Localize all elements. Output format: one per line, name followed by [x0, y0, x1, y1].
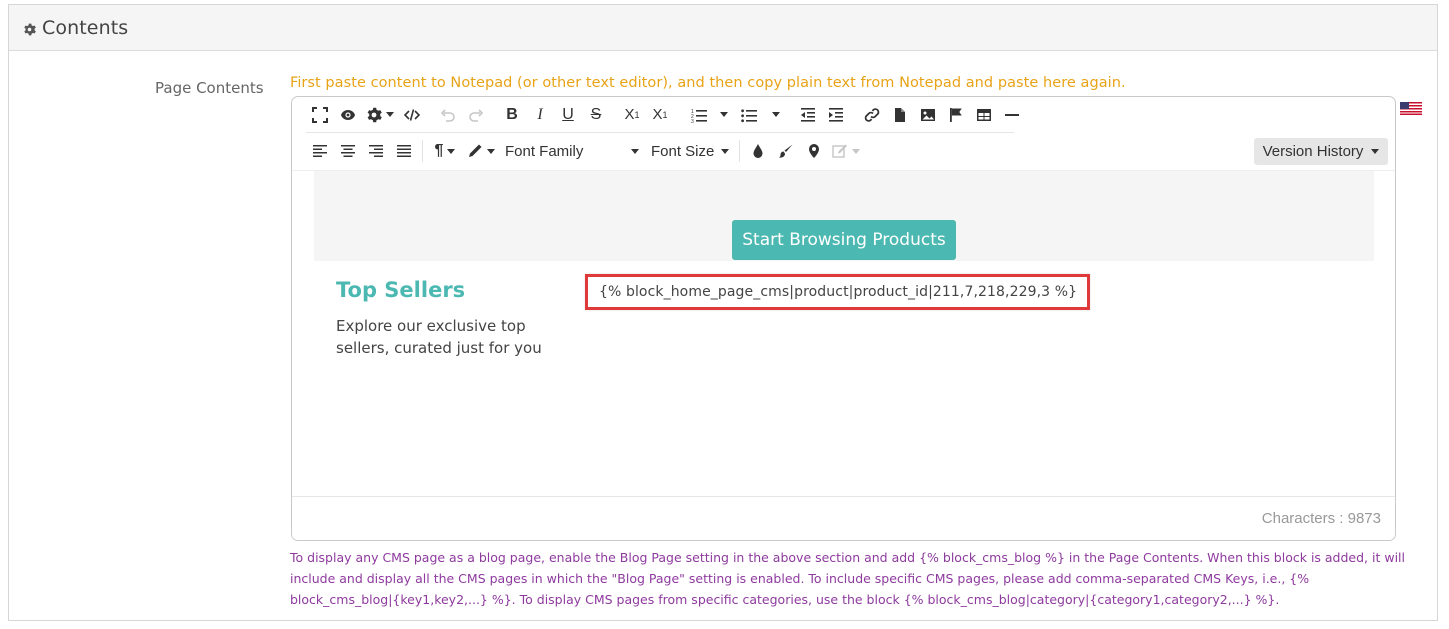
cms-block-code[interactable]: {% block_home_page_cms|product|product_i…: [585, 274, 1090, 310]
underline-icon[interactable]: U: [554, 101, 582, 129]
panel-header[interactable]: Contents: [9, 5, 1437, 51]
drop-icon[interactable]: [744, 137, 772, 165]
font-size-dropdown[interactable]: Font Size: [645, 137, 735, 165]
version-history-label: Version History: [1262, 143, 1364, 160]
start-browsing-button[interactable]: Start Browsing Products: [732, 220, 956, 260]
ordered-list-icon: 123: [691, 109, 707, 123]
ordered-list-dropdown[interactable]: 123: [682, 101, 716, 129]
undo-icon[interactable]: [434, 101, 462, 129]
svg-text:3: 3: [691, 119, 694, 123]
chevron-down-icon: [721, 148, 729, 154]
subscript-icon[interactable]: X1: [618, 101, 646, 129]
page-contents-label: Page Contents: [155, 79, 264, 97]
toolbar-separator: [422, 140, 423, 162]
panel-title: Contents: [42, 17, 129, 39]
banner-section: Start Browsing Products: [314, 171, 1374, 261]
align-left-icon[interactable]: [306, 137, 334, 165]
editor-status-bar: Characters : 9873: [292, 496, 1395, 540]
version-history-button[interactable]: Version History: [1254, 138, 1388, 165]
blog-help-text: To display any CMS page as a blog page, …: [290, 550, 1405, 607]
contents-panel: Contents Page Contents First paste conte…: [8, 4, 1438, 621]
redo-icon[interactable]: [462, 101, 490, 129]
italic-icon[interactable]: I: [526, 101, 554, 129]
strikethrough-icon[interactable]: S: [582, 101, 610, 129]
brush-icon[interactable]: [772, 137, 800, 165]
map-marker-icon[interactable]: [800, 137, 828, 165]
image-icon[interactable]: [914, 101, 942, 129]
indent-icon[interactable]: [822, 101, 850, 129]
cms-block-code-text: {% block_home_page_cms|product|product_i…: [599, 284, 1078, 300]
chevron-down-icon: [447, 148, 456, 154]
top-sellers-heading: Top Sellers: [336, 278, 466, 302]
eye-icon[interactable]: [334, 101, 362, 129]
pen-icon: [469, 144, 482, 157]
character-count: Characters : 9873: [1261, 510, 1381, 527]
paragraph-dropdown[interactable]: ¶: [427, 137, 463, 165]
align-justify-icon[interactable]: [390, 137, 418, 165]
edit-dropdown[interactable]: [828, 137, 864, 165]
paragraph-icon: ¶: [434, 142, 444, 159]
outdent-icon[interactable]: [794, 101, 822, 129]
rich-text-editor[interactable]: B I U S X1 X1 123 ¶ Font Family Font Siz…: [291, 96, 1396, 541]
table-icon[interactable]: [970, 101, 998, 129]
top-sellers-description: Explore our exclusive top sellers, curat…: [336, 317, 542, 357]
align-right-icon[interactable]: [362, 137, 390, 165]
gear-icon: [24, 23, 36, 36]
chevron-down-icon: [852, 148, 860, 154]
horizontal-line-icon[interactable]: [998, 101, 1026, 129]
font-size-label: Font Size: [651, 142, 715, 160]
editor-content-area[interactable]: Start Browsing Products Top Sellers Expl…: [292, 171, 1395, 497]
settings-dropdown[interactable]: [362, 101, 398, 129]
chevron-down-icon[interactable]: [720, 112, 728, 117]
file-icon[interactable]: [886, 101, 914, 129]
edit-icon: [832, 144, 847, 158]
us-flag-icon[interactable]: [1400, 102, 1422, 115]
toolbar-row-2: ¶ Font Family Font Size: [306, 133, 864, 169]
gear-icon: [367, 107, 382, 122]
unordered-list-dropdown[interactable]: [734, 101, 764, 129]
chevron-down-icon: [386, 112, 394, 117]
unordered-list-icon: [741, 108, 757, 122]
pen-dropdown[interactable]: [463, 137, 499, 165]
font-family-label: Font Family: [505, 142, 584, 160]
bold-icon[interactable]: B: [498, 101, 526, 129]
align-center-icon[interactable]: [334, 137, 362, 165]
chevron-down-icon: [487, 148, 495, 154]
toolbar-row-1: B I U S X1 X1 123: [306, 97, 1019, 133]
font-family-dropdown[interactable]: Font Family: [499, 137, 645, 165]
link-icon[interactable]: [858, 101, 886, 129]
code-view-icon[interactable]: [398, 101, 426, 129]
paste-note: First paste content to Notepad (or other…: [290, 75, 1126, 91]
fullscreen-icon[interactable]: [306, 101, 334, 129]
superscript-icon[interactable]: X1: [646, 101, 674, 129]
toolbar-separator: [739, 140, 740, 162]
chevron-down-icon[interactable]: [772, 112, 780, 117]
flag-icon[interactable]: [942, 101, 970, 129]
chevron-down-icon: [1371, 149, 1380, 154]
chevron-down-icon: [631, 148, 639, 154]
